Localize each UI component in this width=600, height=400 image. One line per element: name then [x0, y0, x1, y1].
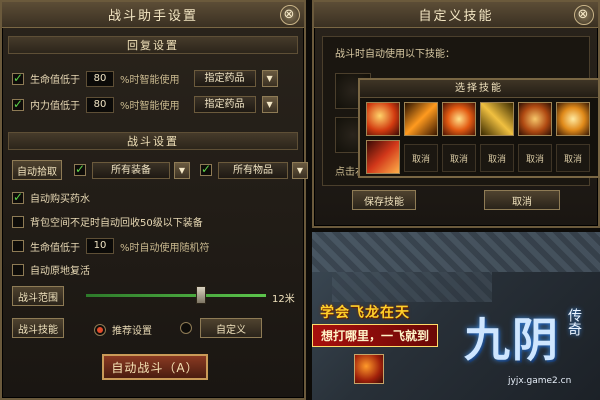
- auto-revive-row: 自动原地复活: [12, 262, 90, 277]
- skill-icon-selected[interactable]: [366, 140, 400, 174]
- auto-buy-checkbox[interactable]: [12, 190, 24, 204]
- cancel-slot-4[interactable]: 取消: [480, 144, 514, 172]
- mp-recovery-checkbox[interactable]: [12, 97, 24, 111]
- battle-assistant-panel: 战斗助手设置 ⊗ 回复设置 生命值低于 80 %时智能使用 指定药品 ▼ 内力值…: [0, 0, 308, 400]
- skill-icon-5[interactable]: [518, 102, 552, 136]
- auto-buy-label: 自动购买药水: [30, 194, 90, 205]
- battle-range-slider-thumb[interactable]: [196, 286, 206, 304]
- hp-potion-dropdown-icon[interactable]: ▼: [261, 70, 278, 87]
- game-scene-promo: 学会飞龙在天 想打哪里，一飞就到 九阴 传奇 jyjx.game2.cn: [312, 232, 600, 400]
- cancel-slot-6[interactable]: 取消: [556, 144, 590, 172]
- bag-recycle-checkbox[interactable]: [12, 215, 24, 228]
- mp-recovery-suffix: %时智能使用: [120, 101, 180, 112]
- hp-recovery-suffix: %时智能使用: [120, 75, 180, 86]
- custom-radio[interactable]: [180, 322, 192, 334]
- cancel-slot-3[interactable]: 取消: [442, 144, 476, 172]
- hp-talisman-checkbox[interactable]: [12, 240, 24, 252]
- equip-checkbox[interactable]: [74, 162, 86, 176]
- hp-recovery-threshold-input[interactable]: 80: [86, 70, 114, 87]
- skill-chooser-title: 选择技能: [360, 80, 598, 98]
- close-icon[interactable]: ⊗: [280, 5, 300, 25]
- skill-icon-2[interactable]: [404, 102, 438, 136]
- skill-icon-6[interactable]: [556, 102, 590, 136]
- equip-dropdown-icon[interactable]: ▼: [174, 161, 190, 179]
- skill-config-desc: 战斗时自动使用以下技能：: [335, 49, 455, 60]
- auto-fight-button[interactable]: 自动战斗（A）: [102, 354, 208, 380]
- promo-url: jyjx.game2.cn: [508, 376, 572, 386]
- autopick-button[interactable]: 自动拾取: [12, 160, 62, 180]
- close-icon[interactable]: ⊗: [574, 5, 594, 25]
- promo-headline: 学会飞龙在天: [320, 305, 410, 321]
- auto-revive-checkbox[interactable]: [12, 263, 24, 276]
- recommend-radio-label: 推荐设置: [112, 326, 152, 337]
- promo-subline: 想打哪里，一飞就到: [312, 324, 439, 347]
- stone-wall: [312, 232, 600, 272]
- battle-skill-button[interactable]: 战斗技能: [12, 318, 64, 338]
- equip-select[interactable]: 所有装备: [92, 161, 170, 179]
- save-skill-button[interactable]: 保存技能: [352, 190, 416, 210]
- panel-title: 战斗助手设置 ⊗: [2, 2, 304, 28]
- hp-recovery-checkbox[interactable]: [12, 71, 24, 85]
- hp-recovery-label: 生命值低于: [30, 75, 80, 86]
- game-logo: 九阴: [464, 313, 560, 367]
- game-logo-sub: 传奇: [566, 308, 582, 336]
- items-dropdown-icon[interactable]: ▼: [292, 161, 308, 179]
- flying-dragon-skill-icon: [354, 354, 384, 384]
- custom-skill-button[interactable]: 自定义: [200, 318, 262, 338]
- skill-icon-3[interactable]: [442, 102, 476, 136]
- hp-talisman-suffix: %时自动使用随机符: [120, 242, 210, 254]
- hp-recovery-row: 生命值低于 80 %时智能使用 指定药品 ▼: [12, 70, 278, 87]
- hp-talisman-label: 生命值低于: [30, 242, 80, 254]
- hp-talisman-threshold-input[interactable]: 10: [86, 238, 114, 254]
- battle-section-title: 战斗设置: [127, 135, 179, 148]
- custom-skill-title: 自定义技能 ⊗: [314, 2, 598, 28]
- mp-recovery-row: 内力值低于 80 %时智能使用 指定药品 ▼: [12, 96, 278, 113]
- hp-talisman-row: 生命值低于 10 %时自动使用随机符: [12, 238, 210, 254]
- recommend-radio-row: 推荐设置: [94, 322, 152, 337]
- skill-chooser-popup: 选择技能 取消 取消 取消 取消 取消: [358, 78, 600, 178]
- cancel-slot-2[interactable]: 取消: [404, 144, 438, 172]
- auto-revive-label: 自动原地复活: [30, 266, 90, 277]
- recommend-radio[interactable]: [94, 323, 106, 336]
- items-select[interactable]: 所有物品: [218, 161, 288, 179]
- cancel-skill-button[interactable]: 取消: [484, 190, 560, 210]
- bag-recycle-row: 背包空间不足时自动回收50级以下装备: [12, 214, 203, 229]
- panel-title-text: 战斗助手设置: [107, 9, 198, 24]
- cancel-slot-5[interactable]: 取消: [518, 144, 552, 172]
- skill-icon-4[interactable]: [480, 102, 514, 136]
- battle-range-slider-track[interactable]: [86, 294, 266, 297]
- auto-buy-row: 自动购买药水: [12, 190, 90, 205]
- custom-skill-title-text: 自定义技能: [418, 9, 494, 24]
- recovery-section-header: 回复设置: [8, 36, 298, 54]
- mp-recovery-label: 内力值低于: [30, 101, 80, 112]
- hp-potion-select[interactable]: 指定药品: [193, 70, 256, 87]
- stone-floor: [332, 272, 492, 302]
- battle-range-value: 12米: [272, 294, 295, 305]
- battle-section-header: 战斗设置: [8, 132, 298, 150]
- autopick-row: 自动拾取 所有装备 ▼ 所有物品 ▼: [12, 160, 308, 180]
- game-screen: 战斗助手设置 ⊗ 回复设置 生命值低于 80 %时智能使用 指定药品 ▼ 内力值…: [0, 0, 600, 400]
- skill-icon-1[interactable]: [366, 102, 400, 136]
- mp-recovery-threshold-input[interactable]: 80: [86, 96, 114, 113]
- mp-potion-dropdown-icon[interactable]: ▼: [261, 96, 278, 113]
- battle-range-button[interactable]: 战斗范围: [12, 286, 64, 306]
- bag-recycle-label: 背包空间不足时自动回收50级以下装备: [30, 218, 203, 229]
- recovery-section-title: 回复设置: [127, 39, 179, 52]
- items-checkbox[interactable]: [200, 162, 212, 176]
- mp-potion-select[interactable]: 指定药品: [193, 96, 256, 113]
